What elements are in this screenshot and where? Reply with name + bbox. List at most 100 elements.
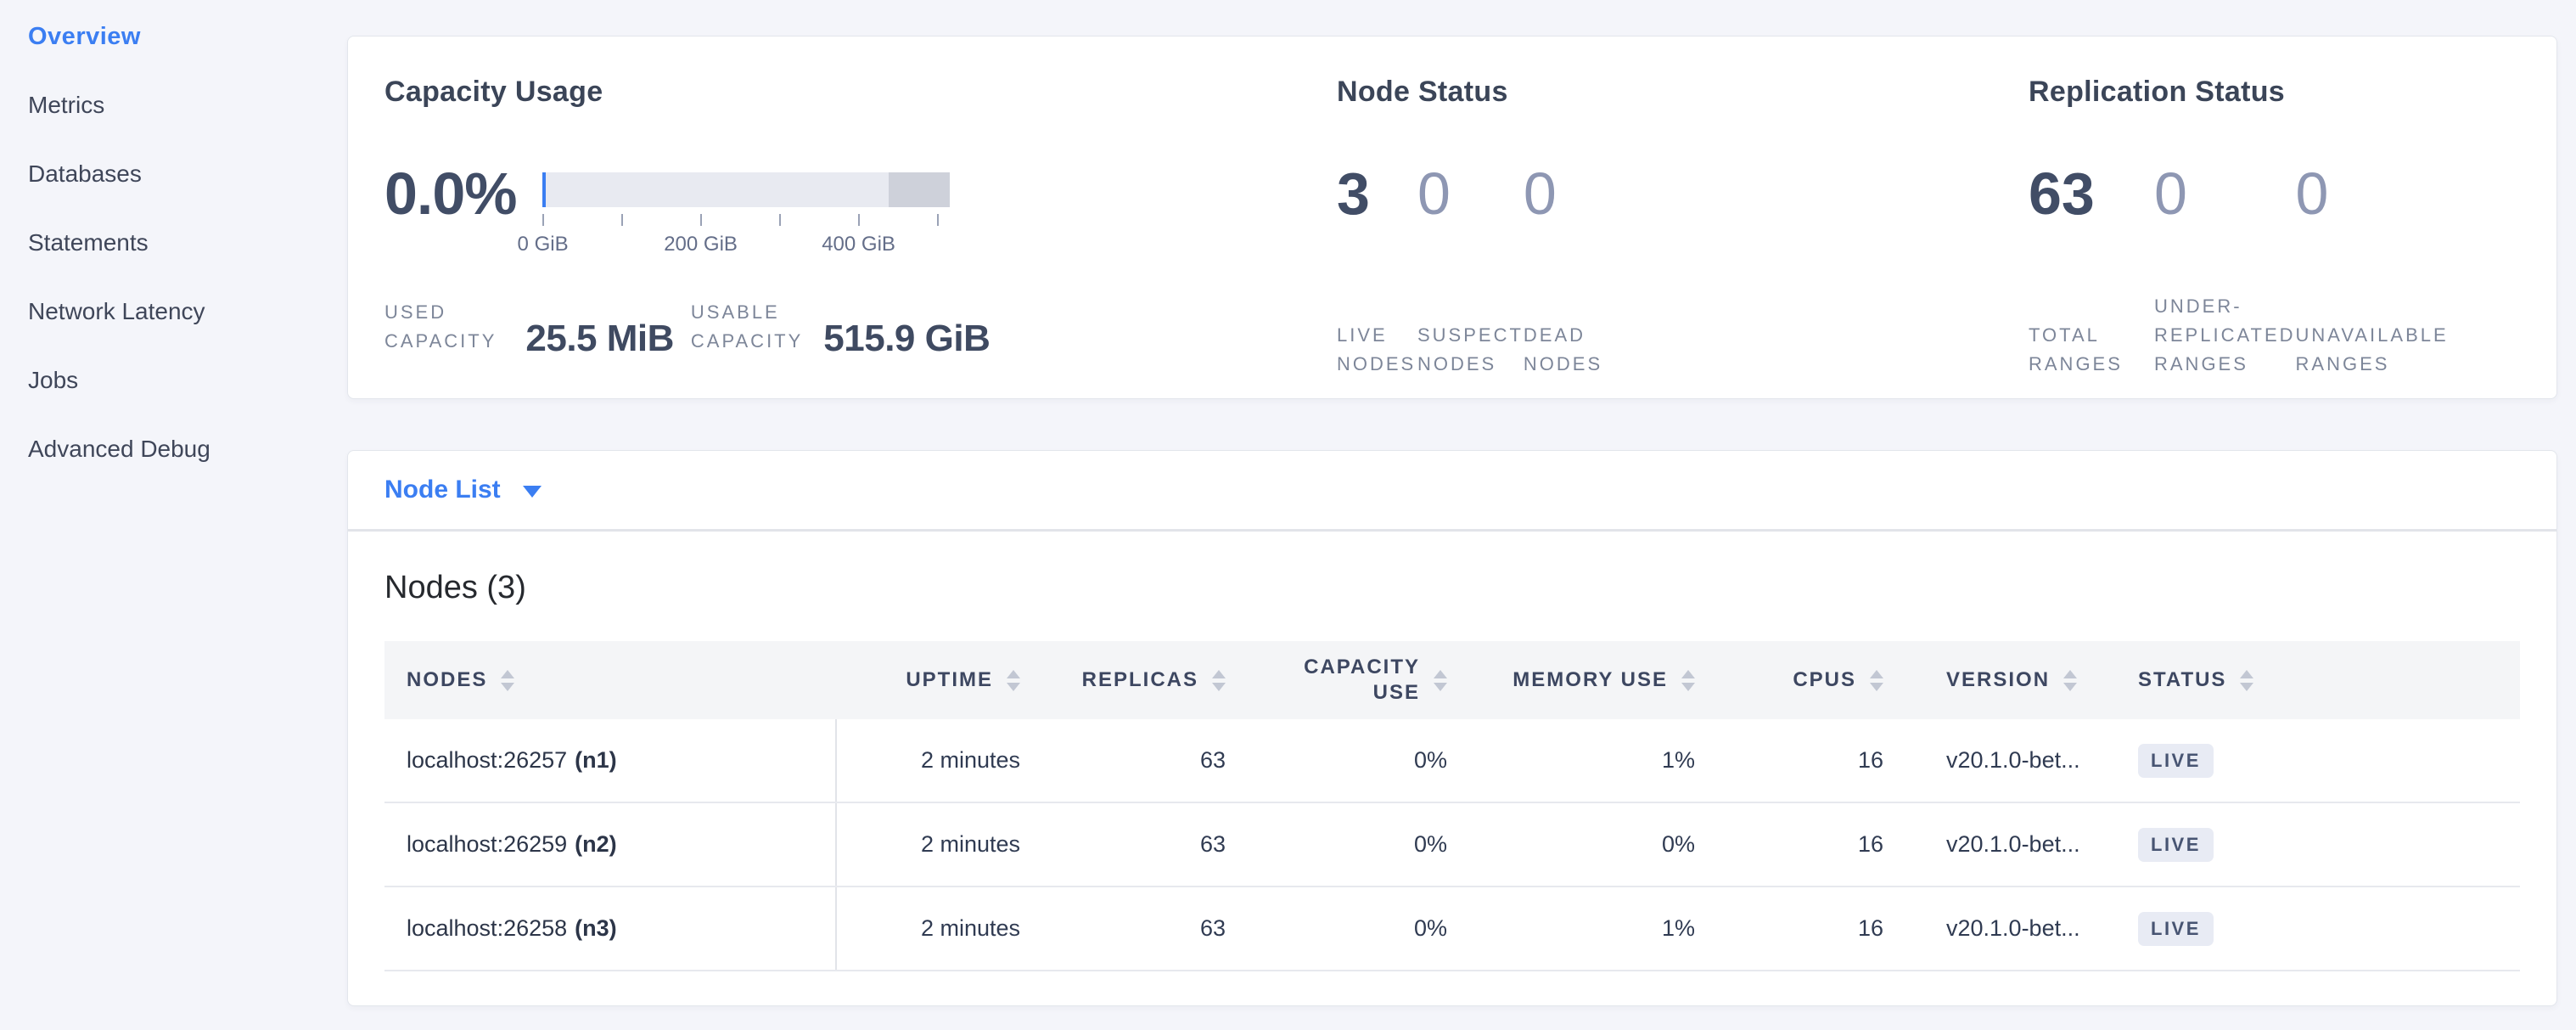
used-capacity-value: 25.5 MiB: [525, 322, 674, 356]
axis-label: 200 GiB: [664, 233, 738, 256]
main-content: Capacity Usage 0.0%: [347, 0, 2576, 1030]
stat-value: 0: [1524, 170, 1604, 217]
node-status-stat: 3 LIVE NODES: [1337, 170, 1417, 379]
used-capacity-label: USED CAPACITY: [384, 298, 497, 356]
node-list-dropdown[interactable]: Node List: [384, 476, 542, 504]
node-cell[interactable]: localhost:26258 (n3): [384, 887, 837, 970]
sidebar-item-label: Jobs: [28, 368, 78, 394]
column-header-version[interactable]: VERSION: [1895, 641, 2089, 719]
stat-value: 0: [2296, 170, 2419, 217]
node-status-stat: 0 DEAD NODES: [1524, 170, 1604, 379]
capacity-usage-section: Capacity Usage 0.0%: [384, 76, 1337, 398]
column-header-uptime[interactable]: UPTIME: [837, 641, 1032, 719]
stat-label: LIVE NODES: [1337, 321, 1417, 379]
sort-icon[interactable]: [1212, 670, 1226, 691]
sidebar-item[interactable]: Advanced Debug: [28, 436, 347, 505]
memory-use-cell: 1%: [1457, 887, 1707, 970]
sidebar-item[interactable]: Databases: [28, 161, 347, 230]
memory-use-cell: 1%: [1457, 719, 1707, 802]
replication-status-section: Replication Status 63 TOTAL RANGES 0 UND…: [2029, 76, 2556, 398]
capacity-bar-used-fill: [542, 172, 546, 207]
view-dropdown-bar: Node List: [348, 451, 2556, 529]
sidebar: Overview Metrics Databases Statements Ne…: [0, 0, 347, 1030]
table-footer-spacer: [384, 971, 2520, 1005]
table-header-row: NODES UPTIME REPLICAS CAPACITY USE: [384, 641, 2520, 719]
stat-value: 3: [1337, 170, 1417, 217]
node-id: (n1): [575, 747, 617, 774]
capacity-axis-labels: 0 GiB 200 GiB 400 GiB: [542, 233, 950, 258]
status-cell: LIVE: [2089, 887, 2520, 970]
column-header-capacity-use[interactable]: CAPACITY USE: [1237, 641, 1457, 719]
chevron-down-icon: [523, 486, 542, 498]
replicas-cell: 63: [1032, 887, 1237, 970]
axis-label: 0 GiB: [518, 233, 569, 256]
status-cell: LIVE: [2089, 719, 2520, 802]
stat-label: SUSPECT NODES: [1417, 321, 1524, 379]
node-id: (n2): [575, 831, 617, 858]
node-status-stat: 0 SUSPECT NODES: [1417, 170, 1524, 379]
column-header-replicas[interactable]: REPLICAS: [1032, 641, 1237, 719]
capacity-use-cell: 0%: [1237, 887, 1457, 970]
capacity-axis-ticks: [542, 214, 950, 227]
version-cell: v20.1.0-bet...: [1895, 887, 2089, 970]
sidebar-item[interactable]: Overview: [28, 24, 347, 93]
stat-label: UNDER- REPLICATED RANGES: [2154, 292, 2296, 379]
replication-status-title: Replication Status: [2029, 76, 2556, 109]
sort-icon[interactable]: [2240, 670, 2253, 691]
nodes-card: Node List Nodes (3) NODES UPTIME: [347, 450, 2557, 1006]
capacity-use-cell: 0%: [1237, 719, 1457, 802]
node-address: localhost:26259: [407, 831, 567, 858]
node-list-dropdown-label: Node List: [384, 476, 501, 504]
usable-capacity-value: 515.9 GiB: [823, 322, 990, 356]
node-status-title: Node Status: [1337, 76, 2029, 109]
sidebar-item[interactable]: Statements: [28, 230, 347, 299]
replicas-cell: 63: [1032, 803, 1237, 886]
sidebar-item-label: Statements: [28, 230, 149, 256]
cpus-cell: 16: [1707, 887, 1895, 970]
sidebar-item[interactable]: Metrics: [28, 93, 347, 161]
stat-value: 63: [2029, 170, 2154, 217]
stat-value: 0: [1417, 170, 1524, 217]
sort-icon[interactable]: [1007, 670, 1020, 691]
sidebar-item-label: Network Latency: [28, 299, 205, 325]
table-row: localhost:26258 (n3) 2 minutes 63 0% 1% …: [384, 887, 2520, 971]
sort-icon[interactable]: [1434, 670, 1447, 691]
capacity-bar: 0 GiB 200 GiB 400 GiB: [542, 172, 950, 258]
sidebar-item[interactable]: Network Latency: [28, 299, 347, 368]
node-cell[interactable]: localhost:26259 (n2): [384, 803, 837, 886]
node-id: (n3): [575, 915, 617, 942]
sort-icon[interactable]: [501, 670, 514, 691]
column-header-status[interactable]: STATUS: [2089, 641, 2520, 719]
sidebar-item[interactable]: Jobs: [28, 368, 347, 436]
replication-stat: 0 UNDER- REPLICATED RANGES: [2154, 170, 2296, 379]
replicas-cell: 63: [1032, 719, 1237, 802]
capacity-bar-track: [542, 172, 950, 207]
uptime-cell: 2 minutes: [837, 887, 1032, 970]
sidebar-item-label: Metrics: [28, 93, 104, 119]
version-cell: v20.1.0-bet...: [1895, 719, 2089, 802]
cpus-cell: 16: [1707, 719, 1895, 802]
sort-icon[interactable]: [2063, 670, 2077, 691]
replication-stat: 63 TOTAL RANGES: [2029, 170, 2154, 379]
column-header-cpus[interactable]: CPUS: [1707, 641, 1895, 719]
status-badge: LIVE: [2138, 828, 2214, 862]
cpus-cell: 16: [1707, 803, 1895, 886]
column-header-memory-use[interactable]: MEMORY USE: [1457, 641, 1707, 719]
nodes-table: NODES UPTIME REPLICAS CAPACITY USE: [384, 641, 2520, 1005]
status-badge: LIVE: [2138, 744, 2214, 778]
sidebar-item-label: Overview: [28, 24, 141, 51]
capacity-usage-title: Capacity Usage: [384, 76, 1337, 109]
nodes-table-section: Nodes (3) NODES UPTIME REPLICAS: [348, 532, 2556, 1005]
column-header-nodes[interactable]: NODES: [384, 641, 837, 719]
node-cell[interactable]: localhost:26257 (n1): [384, 719, 837, 802]
stat-value: 0: [2154, 170, 2296, 217]
table-row: localhost:26259 (n2) 2 minutes 63 0% 0% …: [384, 803, 2520, 887]
sidebar-item-label: Advanced Debug: [28, 436, 210, 463]
sort-icon[interactable]: [1681, 670, 1695, 691]
node-status-section: Node Status 3 LIVE NODES 0 SUSPECT NODES…: [1337, 76, 2029, 398]
status-cell: LIVE: [2089, 803, 2520, 886]
sort-icon[interactable]: [1870, 670, 1883, 691]
version-cell: v20.1.0-bet...: [1895, 803, 2089, 886]
usable-capacity-label: USABLE CAPACITY: [691, 298, 803, 356]
sidebar-item-label: Databases: [28, 161, 142, 188]
